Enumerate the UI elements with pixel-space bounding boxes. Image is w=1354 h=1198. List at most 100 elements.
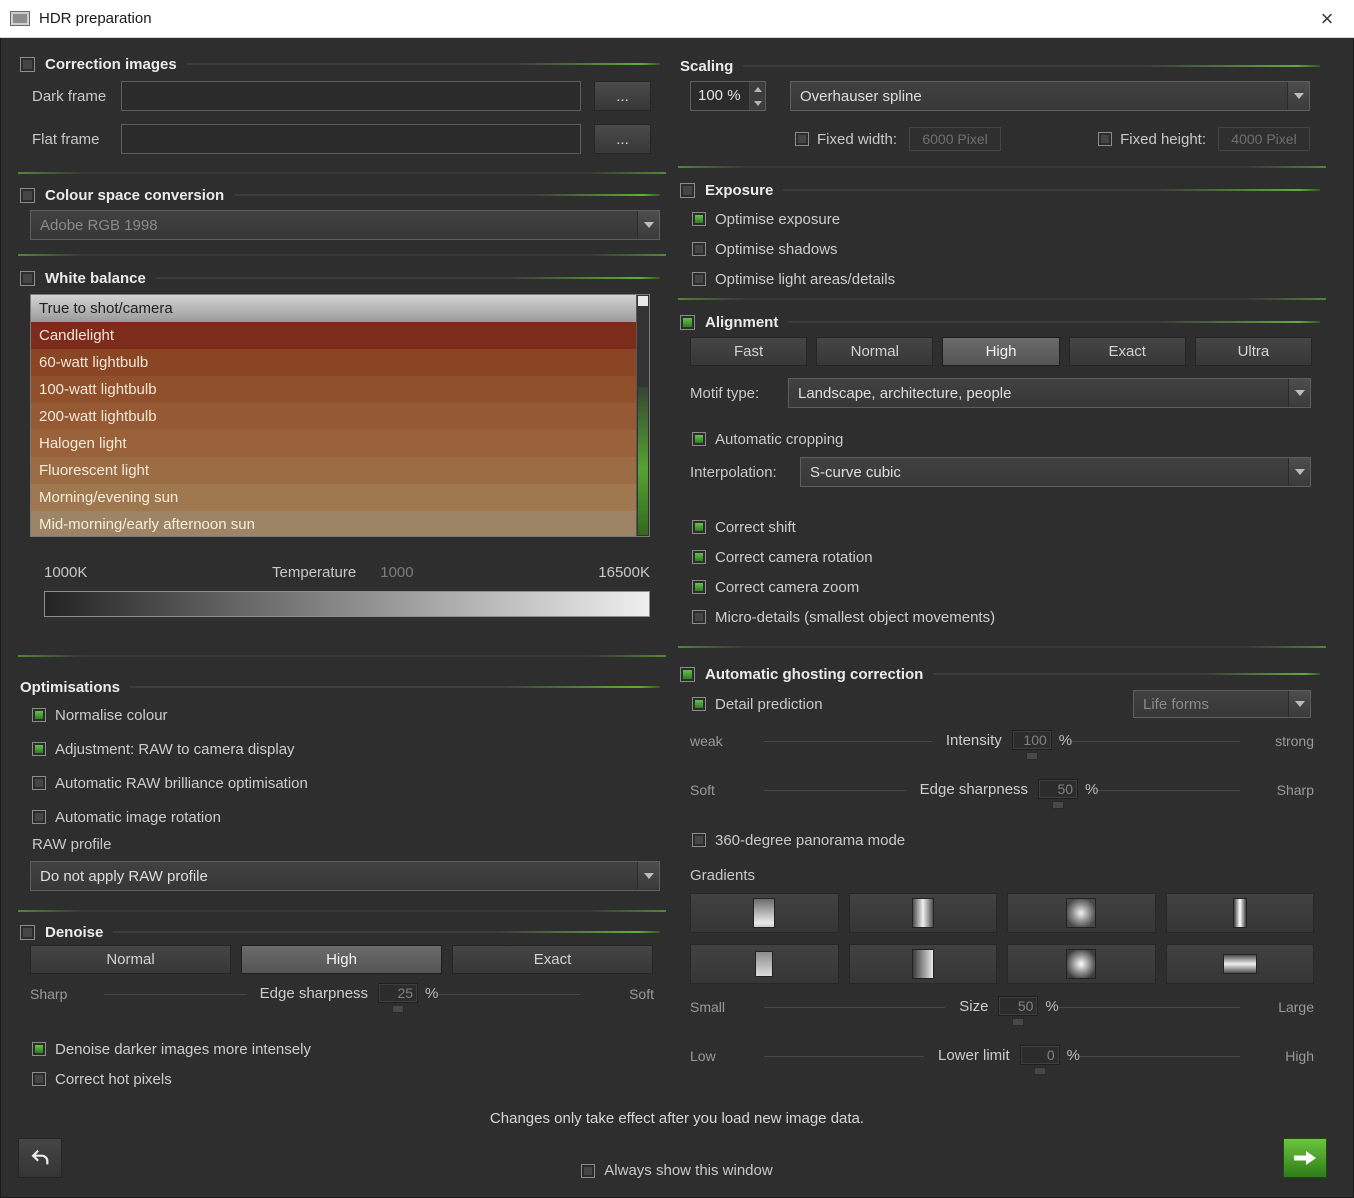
slider-track[interactable] bbox=[764, 1007, 945, 1008]
chevron-down-icon[interactable] bbox=[1288, 691, 1310, 717]
spin-up-icon[interactable] bbox=[750, 82, 765, 96]
checkbox[interactable] bbox=[32, 708, 46, 722]
slider-handle[interactable] bbox=[1034, 1067, 1046, 1075]
checkbox[interactable] bbox=[692, 580, 706, 594]
checkbox[interactable] bbox=[32, 776, 46, 790]
scaling-method-select[interactable]: Overhauser spline bbox=[790, 81, 1310, 111]
edge-sharpness-value[interactable]: 25 bbox=[378, 983, 418, 1013]
slider-handle[interactable] bbox=[1052, 801, 1064, 809]
alignment-checkbox[interactable] bbox=[680, 315, 695, 330]
lower-limit-value[interactable]: 0 bbox=[1020, 1045, 1060, 1075]
checkbox[interactable] bbox=[32, 1072, 46, 1086]
chevron-down-icon[interactable] bbox=[1287, 82, 1309, 110]
slider-track[interactable] bbox=[1072, 741, 1240, 742]
raw-profile-select[interactable]: Do not apply RAW profile bbox=[30, 861, 660, 891]
checkbox[interactable] bbox=[692, 550, 706, 564]
next-button[interactable] bbox=[1283, 1138, 1327, 1178]
edge-sharpness-value[interactable]: 50 bbox=[1038, 779, 1078, 809]
slider-track[interactable] bbox=[104, 994, 246, 995]
colour-space-select[interactable]: Adobe RGB 1998 bbox=[30, 210, 660, 240]
motif-type-select[interactable]: Landscape, architecture, people bbox=[788, 378, 1311, 408]
automatic-cropping-checkbox[interactable] bbox=[692, 432, 706, 446]
scrollbar-thumb[interactable] bbox=[638, 296, 648, 306]
option-automatic-image-rotation[interactable]: Automatic image rotation bbox=[32, 800, 666, 834]
scale-percent-spinner[interactable]: 100 % bbox=[690, 81, 766, 111]
mode-button-ultra[interactable]: Ultra bbox=[1195, 337, 1312, 366]
slider-handle[interactable] bbox=[392, 1005, 404, 1013]
slider-handle[interactable] bbox=[1012, 1018, 1024, 1026]
gradient-tile-linear-vertical-soft[interactable] bbox=[690, 944, 839, 984]
option-normalise-colour[interactable]: Normalise colour bbox=[32, 698, 666, 732]
wb-item-200-watt-lightbulb[interactable]: 200-watt lightbulb bbox=[31, 403, 636, 430]
gradient-tile-cylinder-horizontal[interactable] bbox=[1166, 944, 1315, 984]
wb-item-morning-evening-sun[interactable]: Morning/evening sun bbox=[31, 484, 636, 511]
option-optimise-exposure[interactable]: Optimise exposure bbox=[692, 204, 1326, 234]
wb-item-fluorescent-light[interactable]: Fluorescent light bbox=[31, 457, 636, 484]
gradient-tile-cylinder-vertical[interactable] bbox=[849, 893, 998, 933]
fixed-width-input[interactable]: 6000 Pixel bbox=[909, 127, 1001, 151]
flat-frame-input[interactable] bbox=[121, 124, 581, 154]
spinner-buttons[interactable] bbox=[749, 82, 765, 110]
wb-item-mid-morning-early-afternoon-sun[interactable]: Mid-morning/early afternoon sun bbox=[31, 511, 636, 537]
value-box[interactable]: 0 bbox=[1020, 1045, 1060, 1065]
mode-button-high[interactable]: High bbox=[241, 945, 442, 974]
value-box[interactable]: 100 bbox=[1012, 730, 1052, 750]
mode-button-fast[interactable]: Fast bbox=[690, 337, 807, 366]
always-show-row[interactable]: Always show this window bbox=[0, 1162, 1354, 1179]
option-micro-details-smallest-object-movements[interactable]: Micro-details (smallest object movements… bbox=[692, 602, 1326, 632]
white-balance-checkbox[interactable] bbox=[20, 271, 35, 286]
colour-space-checkbox[interactable] bbox=[20, 188, 35, 203]
option-optimise-light-areas-details[interactable]: Optimise light areas/details bbox=[692, 264, 1326, 294]
option-adjustment-raw-to-camera-display[interactable]: Adjustment: RAW to camera display bbox=[32, 732, 666, 766]
gradient-tile-cylinder-vertical-narrow[interactable] bbox=[1166, 893, 1315, 933]
white-balance-list[interactable]: True to shot/cameraCandlelight60-watt li… bbox=[30, 294, 650, 537]
checkbox[interactable] bbox=[32, 742, 46, 756]
mode-button-exact[interactable]: Exact bbox=[452, 945, 653, 974]
checkbox[interactable] bbox=[692, 520, 706, 534]
checkbox[interactable] bbox=[692, 242, 706, 256]
spin-down-icon[interactable] bbox=[750, 96, 765, 110]
slider-track[interactable] bbox=[764, 741, 932, 742]
option-correct-shift[interactable]: Correct shift bbox=[692, 512, 1326, 542]
mode-button-normal[interactable]: Normal bbox=[30, 945, 231, 974]
gradient-tile-linear-horizontal[interactable] bbox=[849, 944, 998, 984]
fixed-width-checkbox[interactable] bbox=[795, 132, 809, 146]
wb-item-100-watt-lightbulb[interactable]: 100-watt lightbulb bbox=[31, 376, 636, 403]
checkbox[interactable] bbox=[692, 212, 706, 226]
automatic-cropping-row[interactable]: Automatic cropping bbox=[678, 426, 1326, 452]
wb-item-true-to-shot-camera[interactable]: True to shot/camera bbox=[31, 295, 636, 322]
always-show-checkbox[interactable] bbox=[581, 1164, 595, 1178]
slider-track[interactable] bbox=[1059, 1007, 1240, 1008]
slider-track[interactable] bbox=[764, 1056, 924, 1057]
size-value[interactable]: 50 bbox=[998, 996, 1038, 1026]
slider-handle[interactable] bbox=[1026, 752, 1038, 760]
wb-item-60-watt-lightbulb[interactable]: 60-watt lightbulb bbox=[31, 349, 636, 376]
mode-button-normal[interactable]: Normal bbox=[816, 337, 933, 366]
gradient-tile-radial-large[interactable] bbox=[1007, 944, 1156, 984]
intensity-value[interactable]: 100 bbox=[1012, 730, 1052, 760]
fixed-height-checkbox[interactable] bbox=[1098, 132, 1112, 146]
option-denoise-darker-images-more-intensely[interactable]: Denoise darker images more intensely bbox=[32, 1034, 666, 1064]
option-optimise-shadows[interactable]: Optimise shadows bbox=[692, 234, 1326, 264]
slider-track[interactable] bbox=[438, 994, 580, 995]
wb-item-candlelight[interactable]: Candlelight bbox=[31, 322, 636, 349]
dark-frame-browse-button[interactable]: ... bbox=[594, 81, 651, 111]
close-button[interactable]: × bbox=[1310, 1, 1344, 37]
panorama-checkbox[interactable] bbox=[692, 833, 706, 847]
detail-prediction-checkbox[interactable] bbox=[692, 697, 706, 711]
option-correct-camera-zoom[interactable]: Correct camera zoom bbox=[692, 572, 1326, 602]
chevron-down-icon[interactable] bbox=[637, 862, 659, 890]
value-box[interactable]: 50 bbox=[1038, 779, 1078, 799]
temperature-gradient-bar[interactable] bbox=[44, 591, 650, 617]
flat-frame-browse-button[interactable]: ... bbox=[594, 124, 651, 154]
gradient-tile-linear-vertical[interactable] bbox=[690, 893, 839, 933]
slider-track[interactable] bbox=[764, 790, 906, 791]
denoise-checkbox[interactable] bbox=[20, 925, 35, 940]
wb-item-halogen-light[interactable]: Halogen light bbox=[31, 430, 636, 457]
exposure-checkbox[interactable] bbox=[680, 183, 695, 198]
mode-button-high[interactable]: High bbox=[942, 337, 1059, 366]
panorama-mode-row[interactable]: 360-degree panorama mode bbox=[678, 827, 1326, 853]
value-box[interactable]: 50 bbox=[998, 996, 1038, 1016]
checkbox[interactable] bbox=[32, 1042, 46, 1056]
mode-button-exact[interactable]: Exact bbox=[1069, 337, 1186, 366]
